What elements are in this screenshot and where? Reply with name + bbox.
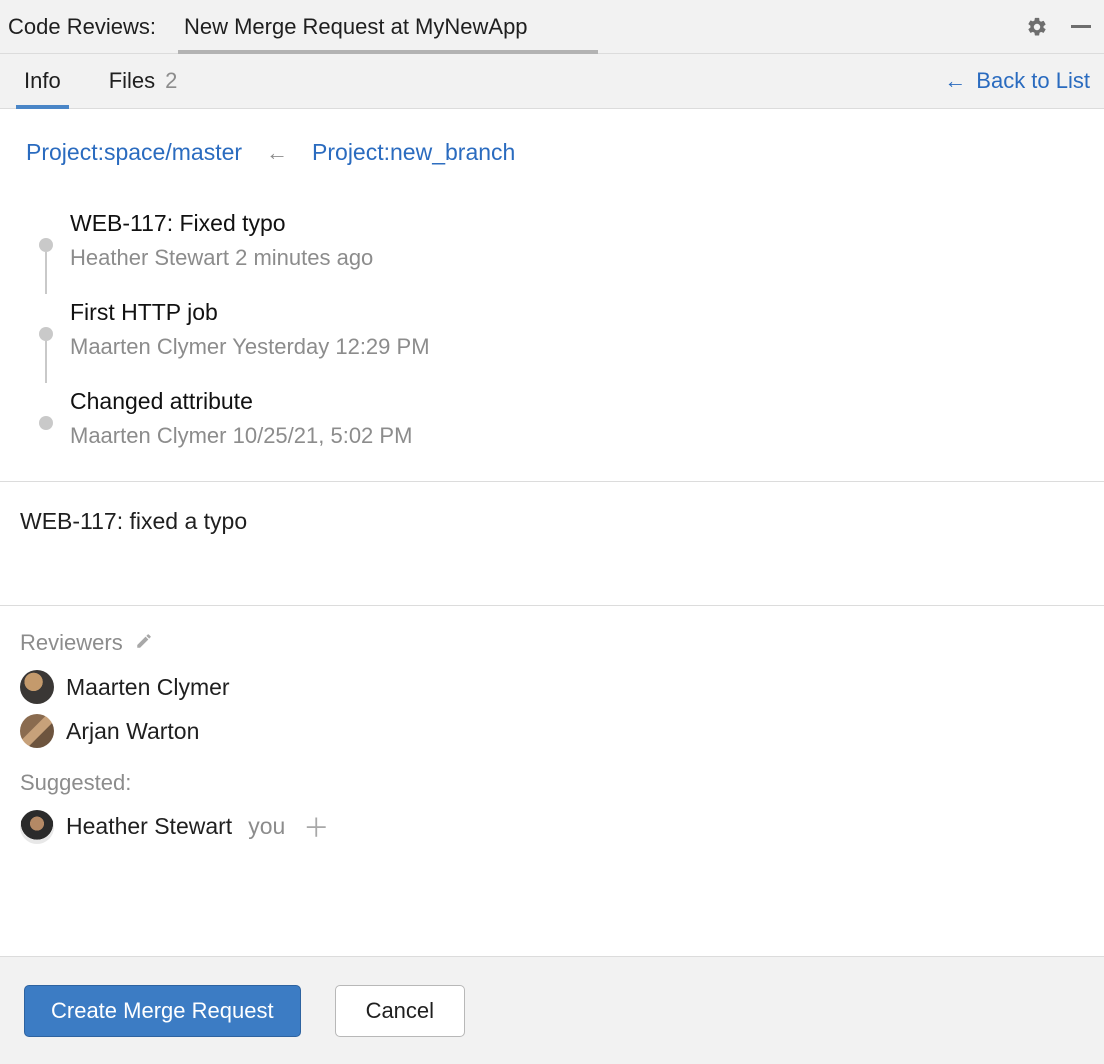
timeline-dot-icon <box>39 238 53 252</box>
commit-item[interactable]: First HTTP job Maarten Clymer Yesterday … <box>22 285 1104 374</box>
suggested-name: Heather Stewart <box>66 813 232 840</box>
commit-meta: Maarten Clymer 10/25/21, 5:02 PM <box>70 423 412 449</box>
arrow-left-icon: ← <box>266 140 288 166</box>
timeline-dot-icon <box>39 327 53 341</box>
panel-label: Code Reviews: <box>8 14 156 40</box>
commit-title: WEB-117: Fixed typo <box>70 210 373 237</box>
reviewer-item[interactable]: Maarten Clymer <box>20 670 1084 704</box>
tab-info-label: Info <box>24 68 61 94</box>
tab-files-count: 2 <box>165 68 177 94</box>
create-merge-request-button[interactable]: Create Merge Request <box>24 985 301 1037</box>
tabs-row: Info Files 2 ← Back to List <box>0 54 1104 109</box>
bottom-action-bar: Create Merge Request Cancel <box>0 956 1104 1064</box>
minimize-icon[interactable] <box>1068 14 1094 40</box>
commit-meta: Maarten Clymer Yesterday 12:29 PM <box>70 334 430 360</box>
back-to-list-link[interactable]: ← Back to List <box>944 68 1090 94</box>
commit-item[interactable]: WEB-117: Fixed typo Heather Stewart 2 mi… <box>22 196 1104 285</box>
tab-files-label: Files <box>109 68 155 94</box>
plus-icon[interactable]: ＋ <box>303 808 329 845</box>
tab-info[interactable]: Info <box>20 54 65 108</box>
gear-icon[interactable] <box>1024 14 1050 40</box>
timeline-dot-icon <box>39 416 53 430</box>
avatar <box>20 714 54 748</box>
reviewers-section: Reviewers Maarten Clymer Arjan Warton Su… <box>0 606 1104 875</box>
tab-files[interactable]: Files 2 <box>105 54 182 108</box>
header-icons <box>1024 14 1094 40</box>
pencil-icon[interactable] <box>135 630 153 656</box>
reviewer-item[interactable]: Arjan Warton <box>20 714 1084 748</box>
commits-timeline: WEB-117: Fixed typo Heather Stewart 2 mi… <box>0 190 1104 481</box>
you-label: you <box>248 813 285 840</box>
panel-title: New Merge Request at MyNewApp <box>178 14 534 40</box>
commit-title: Changed attribute <box>70 388 412 415</box>
panel-header: Code Reviews: New Merge Request at MyNew… <box>0 0 1104 54</box>
reviewer-name: Arjan Warton <box>66 718 199 745</box>
avatar <box>20 810 54 844</box>
branches-row: Project:space/master ← Project:new_branc… <box>0 109 1104 190</box>
reviewer-name: Maarten Clymer <box>66 674 230 701</box>
merge-request-description: WEB-117: fixed a typo <box>0 482 1104 605</box>
cancel-button[interactable]: Cancel <box>335 985 465 1037</box>
reviewers-heading: Reviewers <box>20 630 1084 656</box>
panel-active-tab[interactable]: New Merge Request at MyNewApp <box>178 0 1024 53</box>
suggested-reviewer-item: Heather Stewart you ＋ <box>20 808 1084 845</box>
commit-item[interactable]: Changed attribute Maarten Clymer 10/25/2… <box>22 374 1104 463</box>
commit-meta: Heather Stewart 2 minutes ago <box>70 245 373 271</box>
target-branch-link[interactable]: Project:space/master <box>26 139 242 166</box>
arrow-left-icon: ← <box>944 68 966 94</box>
source-branch-link[interactable]: Project:new_branch <box>312 139 515 166</box>
back-to-list-label: Back to List <box>976 68 1090 94</box>
avatar <box>20 670 54 704</box>
commit-title: First HTTP job <box>70 299 430 326</box>
suggested-heading: Suggested: <box>20 770 1084 796</box>
